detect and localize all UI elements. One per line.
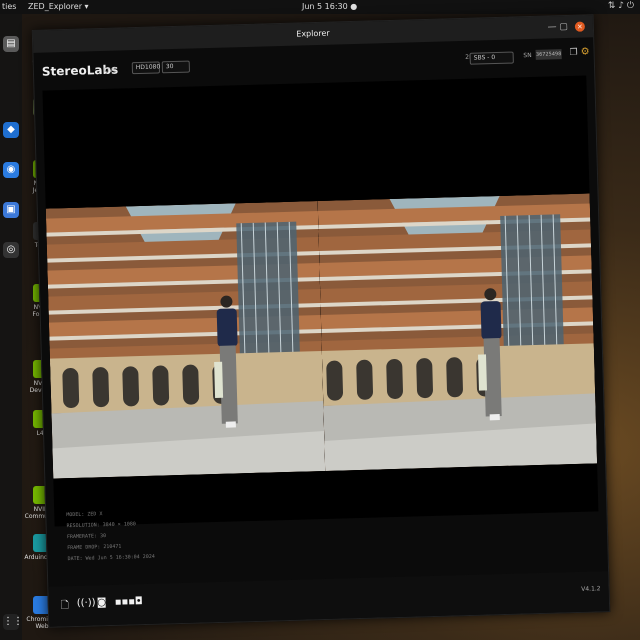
volume-icon[interactable]: ♪ <box>618 1 624 11</box>
archway <box>92 367 110 408</box>
network-icon[interactable]: ⇅ <box>608 1 616 11</box>
app-menu[interactable]: ZED_Explorer ▾ <box>28 2 89 11</box>
archway <box>122 366 140 407</box>
bottom-toolbar: ◘ ▪▪▪ ◙ ((·)) 🗋 V4.1.2 <box>48 571 610 627</box>
live-label: LIVE <box>103 66 118 74</box>
copy-icon[interactable]: ❐ <box>569 48 577 58</box>
files-icon[interactable]: ▤ <box>3 36 19 52</box>
archway <box>326 360 344 401</box>
snapshot-icon[interactable]: ◘ <box>135 596 143 607</box>
archway <box>182 364 200 405</box>
person-shoes <box>225 421 236 428</box>
chromium-icon[interactable]: ◉ <box>3 162 19 178</box>
close-button[interactable]: × <box>574 21 586 32</box>
save-image-icon[interactable]: 🗋 <box>61 598 70 615</box>
view-mode-select[interactable]: SBS - 0 <box>469 51 514 65</box>
power-icon[interactable]: ⏻ <box>627 1 634 11</box>
right-camera-image <box>317 193 598 471</box>
archway <box>152 365 170 406</box>
info-date: DATE: Wed Jun 5 16:30:04 2024 <box>67 553 155 563</box>
person-bag <box>478 354 488 391</box>
atrium-scene <box>317 193 598 471</box>
resolution-select[interactable]: HD1080 <box>131 61 160 75</box>
stereo-viewer[interactable] <box>42 75 599 527</box>
person-shirt <box>480 301 502 340</box>
record-icon[interactable]: ◙ <box>97 597 107 608</box>
version-label: V4.1.2 <box>581 585 601 593</box>
record-dots-icon[interactable]: ▪▪▪ <box>115 596 136 608</box>
settings-gear-icon[interactable]: ⚙ <box>580 46 589 57</box>
activities-button[interactable]: ties <box>2 2 16 11</box>
top-bar: ties ZED_Explorer ▾ Jun 5 16:30 ● ⇅ ♪ ⏻ <box>0 0 640 14</box>
stream-icon[interactable]: ((·)) <box>77 597 96 609</box>
window-controls: — ▢ × <box>547 16 586 39</box>
atrium-scene <box>45 201 326 479</box>
left-camera-image <box>45 201 326 479</box>
stereo-image-pair <box>45 193 598 479</box>
maximize-button[interactable]: ▢ <box>559 22 568 32</box>
person-shirt <box>216 308 238 347</box>
desktop: ties ZED_Explorer ▾ Jun 5 16:30 ● ⇅ ♪ ⏻ … <box>0 0 640 640</box>
person-shoes <box>489 414 500 421</box>
archway <box>416 358 433 399</box>
archway <box>446 357 463 398</box>
person-bag <box>214 361 224 398</box>
dock: ▤ ◆ ◉ ▣ ◎ ⋮⋮ <box>0 14 23 640</box>
camera-info-panel: MODEL: ZED X RESOLUTION: 3840 × 1080 FRA… <box>66 508 155 565</box>
system-tray[interactable]: ⇅ ♪ ⏻ <box>608 1 634 11</box>
archway <box>62 368 80 409</box>
clock[interactable]: Jun 5 16:30 ● <box>302 2 357 11</box>
serial-number: 36725498 <box>535 49 562 60</box>
window-title: Explorer <box>296 28 330 39</box>
vscode-icon[interactable]: ◆ <box>3 122 19 138</box>
fps-select[interactable]: 30 <box>161 60 191 74</box>
minimize-button[interactable]: — <box>547 22 556 32</box>
obs-icon[interactable]: ◎ <box>3 242 19 258</box>
archway <box>356 359 373 400</box>
app-grid-icon[interactable]: ⋮⋮ <box>3 614 23 630</box>
archway <box>386 358 403 399</box>
screenshot-icon[interactable]: ▣ <box>3 202 19 218</box>
explorer-window: Explorer — ▢ × StereoLabs LIVE HD1080 30… <box>31 14 611 628</box>
serial-label: SN <box>523 52 532 60</box>
